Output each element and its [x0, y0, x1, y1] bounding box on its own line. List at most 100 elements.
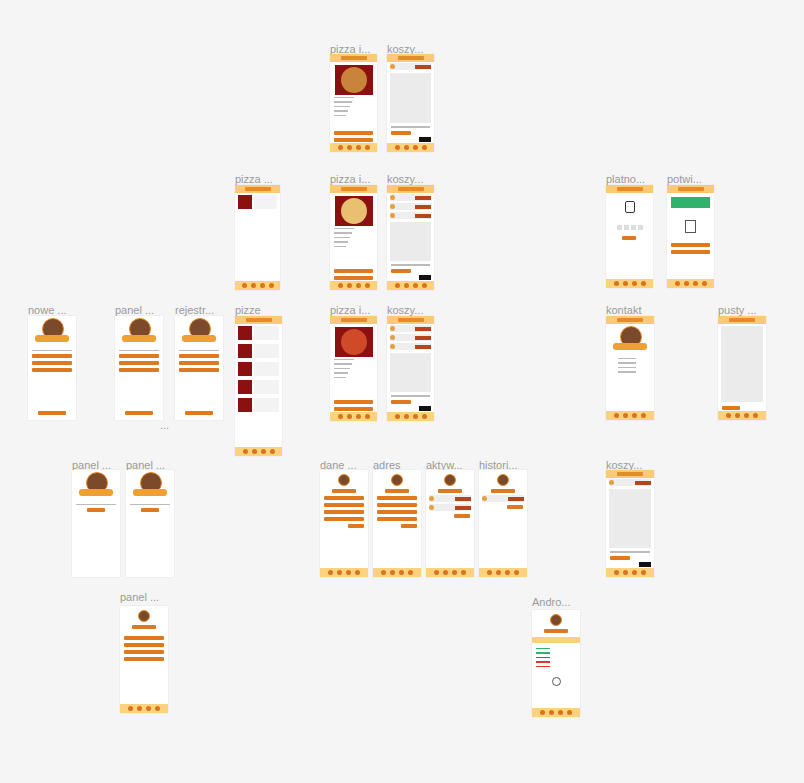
button[interactable]	[377, 503, 417, 507]
nav-icon[interactable]	[413, 283, 418, 288]
button[interactable]	[179, 368, 219, 372]
frame-label[interactable]: pizza i...	[330, 305, 370, 316]
screen-frame[interactable]	[72, 470, 120, 577]
frame-label[interactable]: pizza ...	[235, 174, 273, 185]
screen-frame[interactable]	[606, 316, 654, 420]
button[interactable]	[32, 354, 72, 358]
button[interactable]	[185, 411, 213, 415]
button[interactable]	[119, 354, 159, 358]
nav-icon[interactable]	[641, 570, 646, 575]
nav-icon[interactable]	[261, 449, 266, 454]
button[interactable]	[334, 138, 373, 142]
frame-label[interactable]: Andro...	[532, 597, 571, 608]
button[interactable]	[132, 625, 156, 629]
nav-icon[interactable]	[146, 706, 151, 711]
button[interactable]	[391, 269, 411, 273]
button[interactable]	[385, 489, 409, 493]
nav-icon[interactable]	[270, 449, 275, 454]
nav-icon[interactable]	[390, 570, 395, 575]
nav-icon[interactable]	[735, 413, 740, 418]
nav-icon[interactable]	[365, 283, 370, 288]
nav-icon[interactable]	[346, 570, 351, 575]
button[interactable]	[377, 496, 417, 500]
nav-icon[interactable]	[443, 570, 448, 575]
screen-frame[interactable]	[330, 185, 377, 290]
nav-icon[interactable]	[632, 570, 637, 575]
nav-icon[interactable]	[347, 414, 352, 419]
screen-frame[interactable]	[126, 470, 174, 577]
nav-icon[interactable]	[675, 281, 680, 286]
nav-icon[interactable]	[614, 570, 619, 575]
nav-icon[interactable]	[338, 414, 343, 419]
button[interactable]	[544, 629, 568, 633]
button[interactable]	[391, 400, 411, 404]
nav-icon[interactable]	[404, 414, 409, 419]
button[interactable]	[671, 243, 710, 247]
nav-icon[interactable]	[549, 710, 554, 715]
frame-label[interactable]: potwi...	[667, 174, 702, 185]
nav-icon[interactable]	[632, 413, 637, 418]
nav-icon[interactable]	[269, 283, 274, 288]
menu-item[interactable]	[238, 380, 279, 394]
button[interactable]	[454, 514, 470, 518]
button[interactable]	[334, 400, 373, 404]
frame-label[interactable]: nowe ...	[28, 305, 67, 316]
frame-label[interactable]: koszy...	[387, 305, 423, 316]
nav-icon[interactable]	[623, 413, 628, 418]
nav-icon[interactable]	[422, 145, 427, 150]
button[interactable]	[179, 361, 219, 365]
button[interactable]	[377, 517, 417, 521]
screen-frame[interactable]	[606, 470, 654, 577]
button[interactable]	[32, 361, 72, 365]
nav-icon[interactable]	[567, 710, 572, 715]
screen-frame[interactable]	[175, 316, 223, 420]
button[interactable]	[348, 524, 364, 528]
button[interactable]	[722, 406, 740, 410]
frame-label[interactable]: pizza i...	[330, 174, 370, 185]
figma-canvas[interactable]: pizza i...koszy...pizza ...pizza i...kos…	[0, 0, 804, 783]
nav-icon[interactable]	[413, 414, 418, 419]
nav-icon[interactable]	[614, 413, 619, 418]
nav-icon[interactable]	[356, 414, 361, 419]
screen-frame[interactable]	[606, 185, 653, 288]
nav-icon[interactable]	[422, 283, 427, 288]
nav-icon[interactable]	[365, 145, 370, 150]
nav-icon[interactable]	[347, 283, 352, 288]
nav-icon[interactable]	[558, 710, 563, 715]
button[interactable]	[324, 496, 364, 500]
nav-icon[interactable]	[356, 145, 361, 150]
nav-icon[interactable]	[413, 145, 418, 150]
screen-frame[interactable]	[320, 470, 368, 577]
button[interactable]	[124, 636, 164, 640]
nav-icon[interactable]	[422, 414, 427, 419]
nav-icon[interactable]	[128, 706, 133, 711]
button[interactable]	[332, 489, 356, 493]
nav-icon[interactable]	[252, 449, 257, 454]
button[interactable]	[324, 510, 364, 514]
nav-icon[interactable]	[347, 145, 352, 150]
button[interactable]	[119, 361, 159, 365]
button[interactable]	[622, 236, 636, 240]
nav-icon[interactable]	[505, 570, 510, 575]
nav-icon[interactable]	[381, 570, 386, 575]
button[interactable]	[324, 503, 364, 507]
button[interactable]	[119, 368, 159, 372]
frame-label[interactable]: panel ...	[115, 305, 154, 316]
button[interactable]	[334, 407, 373, 411]
nav-icon[interactable]	[514, 570, 519, 575]
button[interactable]	[324, 517, 364, 521]
nav-icon[interactable]	[137, 706, 142, 711]
nav-icon[interactable]	[614, 281, 619, 286]
menu-item[interactable]	[238, 344, 279, 358]
nav-icon[interactable]	[540, 710, 545, 715]
button[interactable]	[438, 489, 462, 493]
nav-icon[interactable]	[338, 283, 343, 288]
button[interactable]	[124, 650, 164, 654]
screen-frame[interactable]	[330, 54, 377, 152]
nav-icon[interactable]	[702, 281, 707, 286]
nav-icon[interactable]	[399, 570, 404, 575]
button[interactable]	[334, 276, 373, 280]
button[interactable]	[334, 269, 373, 273]
nav-icon[interactable]	[744, 413, 749, 418]
nav-icon[interactable]	[408, 570, 413, 575]
